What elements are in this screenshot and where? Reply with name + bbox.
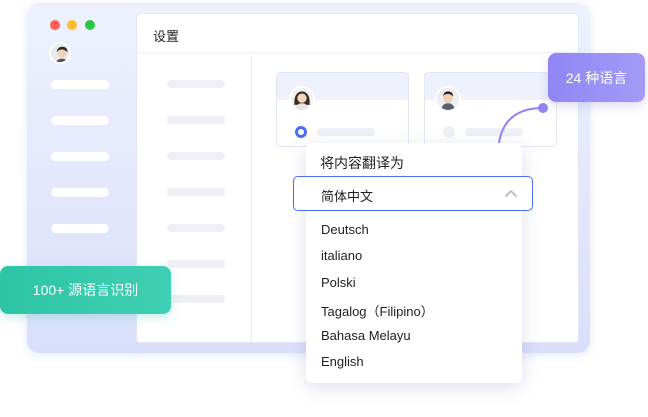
nav-placeholder[interactable] [167,116,225,124]
target-language-badge: 24 种语言 [548,53,645,102]
user-avatar-icon[interactable] [49,42,71,64]
text-placeholder [317,128,375,136]
radio-selected[interactable] [295,126,307,138]
nav-placeholder[interactable] [167,80,225,88]
language-option[interactable]: Deutsch [321,222,369,237]
text-placeholder [465,128,523,136]
divider [137,52,578,53]
language-option[interactable]: Tagalog（Filipino） [321,301,434,320]
source-language-badge: 100+ 源语言识别 [0,266,171,314]
sidebar-placeholder[interactable] [51,188,109,197]
radio-unselected[interactable] [443,126,455,138]
dropdown-title: 将内容翻译为 [320,155,404,171]
divider [251,53,252,342]
nav-placeholder[interactable] [167,188,225,196]
contact-card[interactable] [276,72,409,147]
female-avatar-icon [289,86,315,112]
minimize-window-dot[interactable] [67,20,77,30]
sidebar-placeholder[interactable] [51,152,109,161]
nav-placeholder[interactable] [167,224,225,232]
contact-card[interactable] [424,72,557,147]
panel-title: 设置 [153,29,180,44]
sidebar-placeholder[interactable] [51,116,109,125]
language-option[interactable]: italiano [321,248,362,263]
nav-placeholder[interactable] [167,260,225,268]
chevron-up-icon[interactable] [504,188,518,198]
language-option[interactable]: English [321,354,364,369]
close-window-dot[interactable] [50,20,60,30]
sidebar-placeholder[interactable] [51,80,109,89]
selected-language: 简体中文 [321,189,374,204]
sidebar-placeholder[interactable] [51,224,109,233]
language-select[interactable]: 简体中文 [293,176,533,211]
language-option[interactable]: Bahasa Melayu [321,328,411,343]
nav-placeholder[interactable] [167,295,225,303]
maximize-window-dot[interactable] [85,20,95,30]
language-option[interactable]: Polski [321,275,356,290]
nav-placeholder[interactable] [167,152,225,160]
male-avatar-icon [435,86,461,112]
